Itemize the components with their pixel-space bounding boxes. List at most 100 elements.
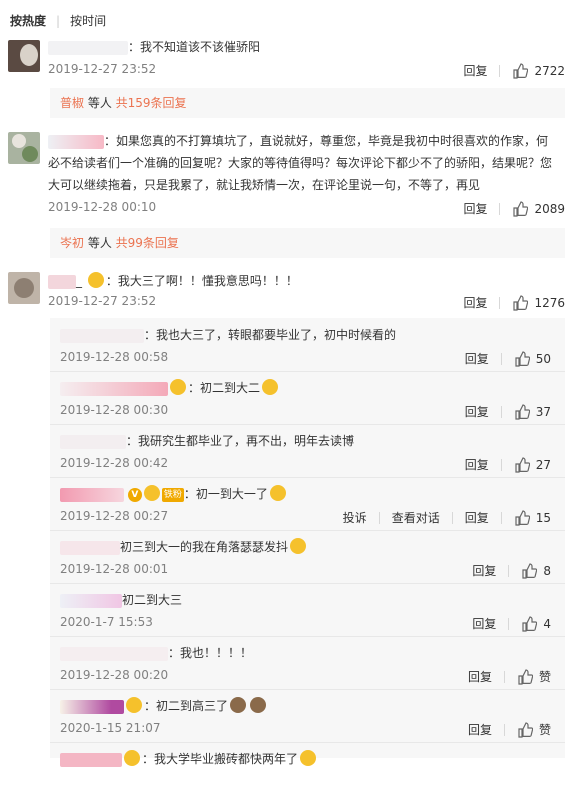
sub-reply-date: 2019-12-28 00:42 [60,456,169,470]
divider [500,511,502,524]
replier-name[interactable] [60,328,144,343]
like-count: 27 [535,457,551,472]
divider [499,202,501,215]
divider [508,564,510,577]
sort-tabs: 按热度 | 按时间 [10,12,106,29]
tab-divider: | [56,13,61,28]
reply-button[interactable]: 回复 [468,668,492,685]
comment-text: ：如果您真的不打算填坑了，直说就好，尊重您，毕竟是我初中时很喜欢的作家，何必不给… [48,130,559,196]
like-count: 15 [535,510,551,525]
sub-reply-text: ：初二到高三了 [60,697,555,715]
reply-button[interactable]: 回复 [465,456,489,473]
sub-reply-item: ：我也大三了，转眼都要毕业了，初中时候看的 2019-12-28 00:58 回… [50,318,565,372]
tab-sort-by-hot[interactable]: 按热度 [10,12,46,29]
like-button[interactable]: 赞 [517,668,551,685]
reply-user[interactable]: 普椒 [60,96,84,110]
sub-reply-text: V 铁粉 ：初一到大一了 [60,485,555,503]
report-button[interactable]: 投诉 [343,509,367,526]
comment-meta: 2019-12-27 23:52 回复 1276 [48,292,565,312]
avatar[interactable] [8,132,40,164]
like-button[interactable]: 50 [514,350,551,367]
comment-date: 2019-12-27 23:52 [48,294,157,308]
reply-button[interactable]: 回复 [465,403,489,420]
replier-name[interactable] [60,646,168,661]
crown-emoji-icon [124,750,140,766]
replier-name[interactable] [60,381,168,396]
sub-reply-item: ：初二到大二 2019-12-28 00:30 回复 37 [50,371,565,425]
thumbs-up-icon [513,294,529,311]
reply-others-label: 等人 [84,96,116,110]
reply-summary[interactable]: 普椒 等人 共159条回复 [50,88,565,118]
like-button[interactable]: 1276 [512,294,565,311]
sub-reply-text: ：初二到大二 [60,379,555,397]
sub-reply-item: 初三到大一的我在角落瑟瑟发抖 2019-12-28 00:01 回复 8 [50,530,565,584]
avatar[interactable] [8,40,40,72]
sub-reply-date: 2019-12-28 00:01 [60,562,169,576]
comment-date: 2019-12-27 23:52 [48,62,157,76]
reply-count-link[interactable]: 共159条回复 [116,96,187,110]
replier-name[interactable] [60,752,122,767]
thumbs-up-icon [522,562,538,579]
reply-summary[interactable]: 岑初 等人 共99条回复 [50,228,565,258]
fan-badge: 铁粉 [161,487,184,502]
replier-name[interactable] [60,434,126,449]
reply-button[interactable]: 回复 [465,509,489,526]
like-count: 1276 [534,295,565,310]
reply-button[interactable]: 回复 [463,200,487,217]
like-count: 4 [543,616,551,631]
sub-reply-item: ：初二到高三了 2020-1-15 21:07 回复 赞 [50,689,565,743]
replier-name[interactable] [60,540,120,555]
reply-button[interactable]: 回复 [472,615,496,632]
reply-count-link[interactable]: 共99条回复 [116,236,179,250]
commenter-name[interactable] [48,274,76,289]
comment-text: _ ：我大三了啊！！懂我意思吗！！！ [48,270,559,292]
crown-emoji-icon [143,485,160,501]
thumbs-up-icon [515,403,530,420]
replier-name[interactable] [60,699,124,714]
comment-text: ：我不知道该不该催骄阳 [48,36,559,58]
reply-button[interactable]: 回复 [468,721,492,738]
like-button[interactable]: 4 [521,615,551,632]
sub-reply-item: ：我大学毕业搬砖都快两年了 [50,742,565,795]
view-conversation-button[interactable]: 查看对话 [392,509,440,526]
sub-reply-date: 2020-1-7 15:53 [60,615,153,629]
commenter-name[interactable] [48,40,128,55]
like-button[interactable]: 赞 [517,721,551,738]
divider [508,617,510,630]
commenter-name-suffix: _ [76,274,82,288]
sub-reply-date: 2019-12-28 00:30 [60,403,169,417]
commenter-name[interactable] [48,134,104,149]
reply-button[interactable]: 回复 [463,294,487,311]
sub-reply-item: 初二到大三 2020-1-7 15:53 回复 4 [50,583,565,637]
divider [500,458,502,471]
reply-button[interactable]: 回复 [463,62,487,79]
thumbs-up-icon [513,62,529,79]
comment-body: ：我不知道该不该催骄阳 [128,40,261,54]
comment-meta: 2019-12-28 00:10 回复 2089 [48,198,565,218]
sub-reply-text: ：我也大三了，转眼都要毕业了，初中时候看的 [60,326,555,344]
like-button[interactable]: 2722 [512,62,565,79]
like-button[interactable]: 37 [514,403,551,420]
comment-body: ：如果您真的不打算填坑了，直说就好，尊重您，毕竟是我初中时很喜欢的作家，何必不给… [48,134,553,192]
avatar[interactable] [8,272,40,304]
sub-reply-text: ：我研究生都毕业了，再不出，明年去读博 [60,432,555,450]
like-button[interactable]: 8 [521,562,551,579]
divider [503,723,505,736]
like-button[interactable]: 15 [514,509,551,526]
crown-emoji-icon [126,697,142,713]
reply-user[interactable]: 岑初 [60,236,84,250]
reply-button[interactable]: 回复 [465,350,489,367]
reply-button[interactable]: 回复 [472,562,496,579]
like-button[interactable]: 27 [514,456,551,473]
sub-reply-item: V 铁粉 ：初一到大一了 2019-12-28 00:27 投诉 查看对话 回复 1… [50,477,565,531]
vip-icon: V [127,487,142,502]
tab-sort-by-time[interactable]: 按时间 [70,12,106,29]
shivering-emoji-icon [290,538,307,554]
like-count: 37 [535,404,551,419]
sub-reply-date: 2020-1-15 21:07 [60,721,161,735]
sub-reply-date: 2019-12-28 00:27 [60,509,169,523]
thumbs-up-icon [515,350,530,367]
like-button[interactable]: 2089 [512,200,565,217]
replier-name[interactable] [60,487,124,502]
replier-name[interactable] [60,593,122,608]
